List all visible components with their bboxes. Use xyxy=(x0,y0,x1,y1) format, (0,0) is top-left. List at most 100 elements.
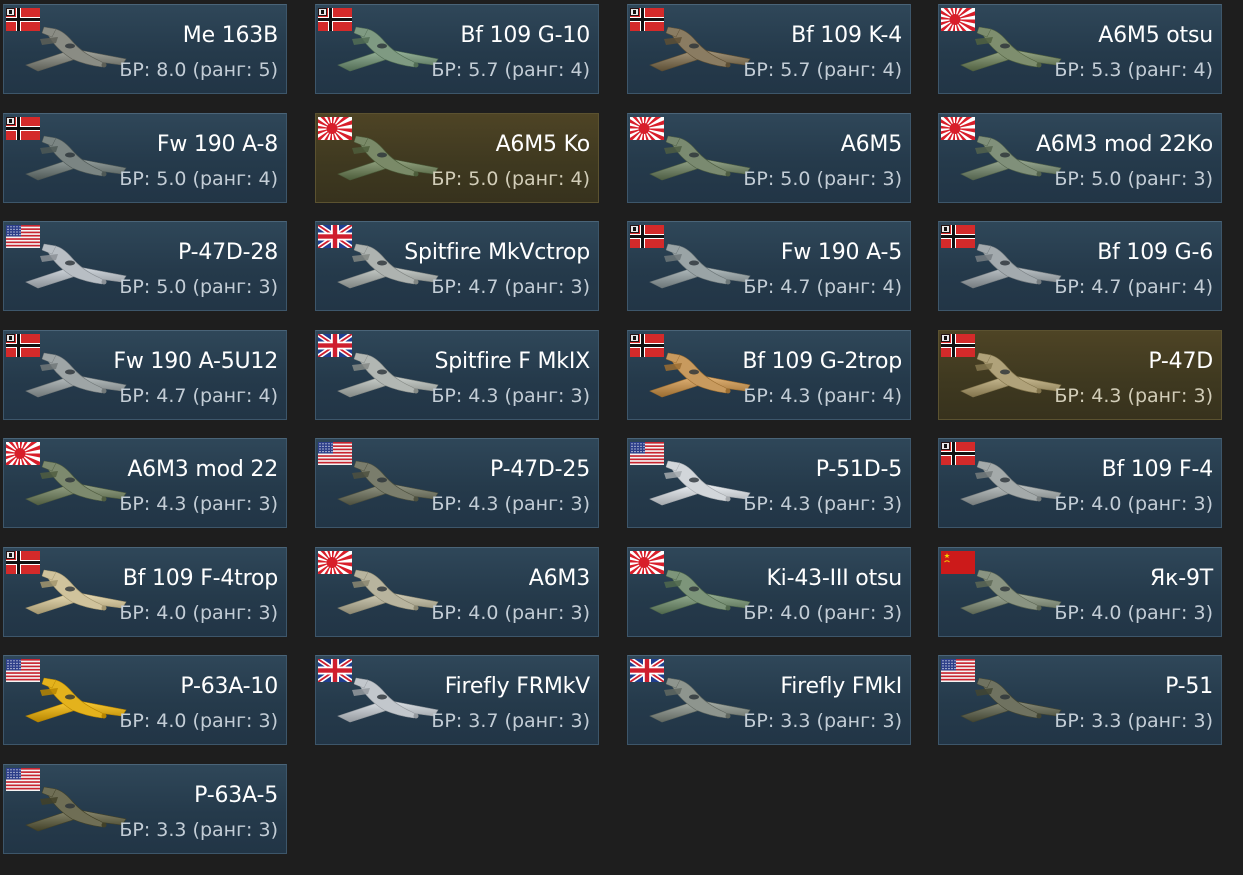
vehicle-name: Як-9Т xyxy=(1150,566,1213,591)
vehicle-card[interactable]: Ki-43-III otsu БР: 4.0 (ранг: 3) xyxy=(627,547,911,637)
vehicle-name: A6M3 xyxy=(528,566,590,591)
vehicle-battle-rating: БР: 5.0 (ранг: 3) xyxy=(119,276,278,298)
vehicle-name: P-63A-5 xyxy=(194,783,278,808)
vehicle-card[interactable]: Me 163B БР: 8.0 (ранг: 5) xyxy=(3,4,287,94)
usa-flag-icon xyxy=(6,659,40,682)
vehicle-battle-rating: БР: 5.7 (ранг: 4) xyxy=(431,59,590,81)
vehicle-grid: Me 163B БР: 8.0 (ранг: 5) Bf 109 G-10 БР… xyxy=(0,0,1243,875)
vehicle-name: A6M3 mod 22Ko xyxy=(1035,132,1213,157)
vehicle-card[interactable]: Bf 109 G-10 БР: 5.7 (ранг: 4) xyxy=(315,4,599,94)
vehicle-name: P-51 xyxy=(1165,674,1213,699)
vehicle-name: Me 163B xyxy=(182,23,278,48)
vehicle-battle-rating: БР: 8.0 (ранг: 5) xyxy=(119,59,278,81)
vehicle-card[interactable]: Bf 109 G-6 БР: 4.7 (ранг: 4) xyxy=(938,221,1222,311)
vehicle-battle-rating: БР: 4.0 (ранг: 3) xyxy=(743,602,902,624)
vehicle-card[interactable]: A6M5 БР: 5.0 (ранг: 3) xyxy=(627,113,911,203)
vehicle-battle-rating: БР: 5.0 (ранг: 3) xyxy=(743,168,902,190)
vehicle-card[interactable]: P-63A-10 БР: 4.0 (ранг: 3) xyxy=(3,655,287,745)
uk-flag-icon xyxy=(316,222,354,251)
vehicle-card[interactable]: Bf 109 G-2trop БР: 4.3 (ранг: 4) xyxy=(627,330,911,420)
vehicle-battle-rating: БР: 4.7 (ранг: 3) xyxy=(431,276,590,298)
vehicle-name: Bf 109 G-2trop xyxy=(742,349,902,374)
germany-flag-icon xyxy=(630,8,664,31)
vehicle-card[interactable]: Spitfire MkVctrop БР: 4.7 (ранг: 3) xyxy=(315,221,599,311)
ussr-flag-icon xyxy=(941,551,975,574)
vehicle-battle-rating: БР: 5.0 (ранг: 4) xyxy=(119,168,278,190)
japan-flag-icon xyxy=(4,439,60,494)
vehicle-card[interactable]: Bf 109 F-4 БР: 4.0 (ранг: 3) xyxy=(938,438,1222,528)
vehicle-battle-rating: БР: 4.3 (ранг: 3) xyxy=(1054,385,1213,407)
vehicle-name: Firefly FRMkV xyxy=(444,674,590,699)
vehicle-card[interactable]: Spitfire F MkIX БР: 4.3 (ранг: 3) xyxy=(315,330,599,420)
vehicle-card[interactable]: A6M3 mod 22 БР: 4.3 (ранг: 3) xyxy=(3,438,287,528)
vehicle-name: Fw 190 A-5 xyxy=(780,240,902,265)
vehicle-name: P-47D xyxy=(1148,349,1213,374)
uk-flag-icon xyxy=(628,656,666,685)
vehicle-battle-rating: БР: 4.3 (ранг: 3) xyxy=(119,493,278,515)
vehicle-battle-rating: БР: 3.3 (ранг: 3) xyxy=(1054,710,1213,732)
usa-flag-icon xyxy=(6,225,40,248)
vehicle-card[interactable]: Fw 190 A-5U12 БР: 4.7 (ранг: 4) xyxy=(3,330,287,420)
usa-flag-icon xyxy=(941,659,975,682)
japan-flag-icon xyxy=(316,114,372,169)
vehicle-battle-rating: БР: 4.7 (ранг: 4) xyxy=(119,385,278,407)
japan-flag-icon xyxy=(628,114,684,169)
vehicle-name: Fw 190 A-5U12 xyxy=(113,349,278,374)
vehicle-name: Fw 190 A-8 xyxy=(156,132,278,157)
uk-flag-icon xyxy=(316,331,354,360)
vehicle-card[interactable]: Fw 190 A-5 БР: 4.7 (ранг: 4) xyxy=(627,221,911,311)
vehicle-battle-rating: БР: 5.3 (ранг: 4) xyxy=(1054,59,1213,81)
vehicle-battle-rating: БР: 4.7 (ранг: 4) xyxy=(743,276,902,298)
vehicle-battle-rating: БР: 5.7 (ранг: 4) xyxy=(743,59,902,81)
vehicle-card[interactable]: P-51D-5 БР: 4.3 (ранг: 3) xyxy=(627,438,911,528)
vehicle-card[interactable]: Bf 109 K-4 БР: 5.7 (ранг: 4) xyxy=(627,4,911,94)
vehicle-card[interactable]: P-51 БР: 3.3 (ранг: 3) xyxy=(938,655,1222,745)
vehicle-name: A6M5 otsu xyxy=(1098,23,1213,48)
germany-flag-icon xyxy=(6,117,40,140)
vehicle-name: Bf 109 F-4trop xyxy=(122,566,278,591)
vehicle-name: A6M5 xyxy=(840,132,902,157)
vehicle-name: A6M5 Ko xyxy=(495,132,591,157)
vehicle-card[interactable]: P-47D-25 БР: 4.3 (ранг: 3) xyxy=(315,438,599,528)
germany-flag-icon xyxy=(941,442,975,465)
vehicle-battle-rating: БР: 4.0 (ранг: 3) xyxy=(1054,493,1213,515)
vehicle-battle-rating: БР: 4.3 (ранг: 3) xyxy=(431,493,590,515)
germany-flag-icon xyxy=(318,8,352,31)
vehicle-name: P-47D-25 xyxy=(490,457,590,482)
vehicle-card[interactable]: Bf 109 F-4trop БР: 4.0 (ранг: 3) xyxy=(3,547,287,637)
germany-flag-icon xyxy=(630,225,664,248)
vehicle-battle-rating: БР: 4.3 (ранг: 4) xyxy=(743,385,902,407)
vehicle-card[interactable]: A6M3 БР: 4.0 (ранг: 3) xyxy=(315,547,599,637)
germany-flag-icon xyxy=(630,334,664,357)
vehicle-name: Spitfire MkVctrop xyxy=(404,240,590,265)
vehicle-name: Bf 109 G-6 xyxy=(1097,240,1213,265)
uk-flag-icon xyxy=(316,656,354,685)
vehicle-name: Bf 109 G-10 xyxy=(460,23,590,48)
usa-flag-icon xyxy=(630,442,664,465)
vehicle-card[interactable]: Як-9Т БР: 4.0 (ранг: 3) xyxy=(938,547,1222,637)
vehicle-name: Spitfire F MkIX xyxy=(434,349,590,374)
vehicle-name: P-47D-28 xyxy=(178,240,278,265)
vehicle-card[interactable]: A6M3 mod 22Ko БР: 5.0 (ранг: 3) xyxy=(938,113,1222,203)
vehicle-card[interactable]: P-63A-5 БР: 3.3 (ранг: 3) xyxy=(3,764,287,854)
vehicle-card[interactable]: A6M5 otsu БР: 5.3 (ранг: 4) xyxy=(938,4,1222,94)
usa-flag-icon xyxy=(318,442,352,465)
vehicle-battle-rating: БР: 3.7 (ранг: 3) xyxy=(431,710,590,732)
vehicle-card[interactable]: Fw 190 A-8 БР: 5.0 (ранг: 4) xyxy=(3,113,287,203)
vehicle-name: Bf 109 F-4 xyxy=(1101,457,1214,482)
vehicle-name: A6M3 mod 22 xyxy=(127,457,278,482)
vehicle-card[interactable]: Firefly FRMkV БР: 3.7 (ранг: 3) xyxy=(315,655,599,745)
vehicle-battle-rating: БР: 4.0 (ранг: 3) xyxy=(119,710,278,732)
vehicle-name: P-51D-5 xyxy=(815,457,902,482)
vehicle-card[interactable]: P-47D-28 БР: 5.0 (ранг: 3) xyxy=(3,221,287,311)
vehicle-name: Ki-43-III otsu xyxy=(766,566,902,591)
vehicle-battle-rating: БР: 4.3 (ранг: 3) xyxy=(743,493,902,515)
vehicle-battle-rating: БР: 5.0 (ранг: 3) xyxy=(1054,168,1213,190)
vehicle-card[interactable]: A6M5 Ko БР: 5.0 (ранг: 4) xyxy=(315,113,599,203)
germany-flag-icon xyxy=(6,334,40,357)
japan-flag-icon xyxy=(316,548,372,603)
vehicle-card[interactable]: Firefly FMkI БР: 3.3 (ранг: 3) xyxy=(627,655,911,745)
vehicle-card[interactable]: P-47D БР: 4.3 (ранг: 3) xyxy=(938,330,1222,420)
germany-flag-icon xyxy=(941,334,975,357)
japan-flag-icon xyxy=(939,114,995,169)
